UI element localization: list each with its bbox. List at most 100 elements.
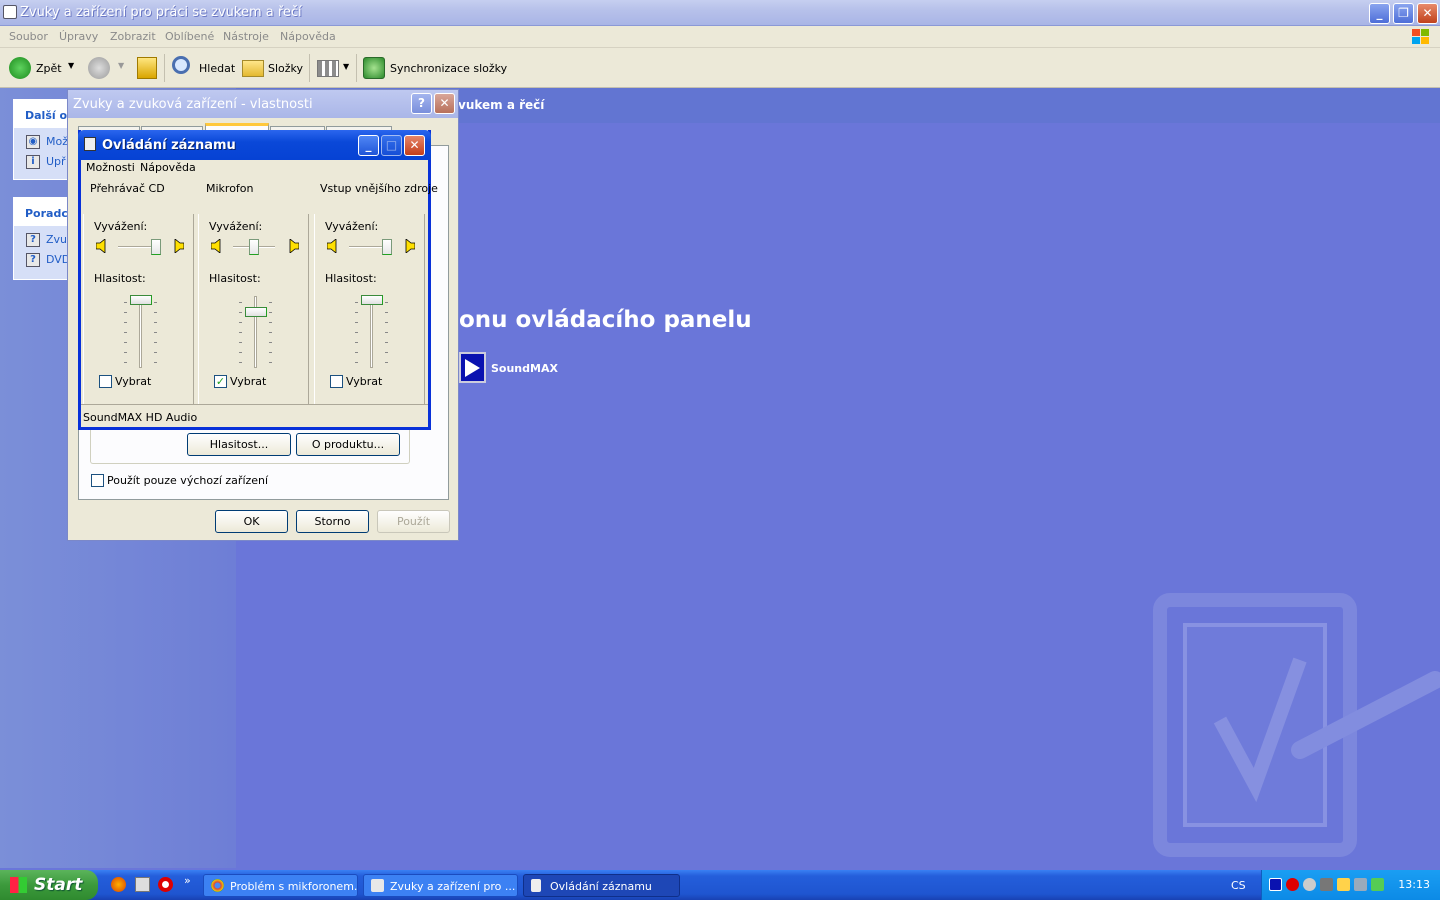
start-button[interactable]: Start — [0, 870, 98, 900]
dialog-close-button[interactable]: ✕ — [434, 93, 455, 114]
select-label: Vybrat — [346, 375, 383, 388]
volume-tick — [269, 332, 272, 333]
volume-tick — [269, 302, 272, 303]
taskbar-button-chrome[interactable]: Problém s mikforonem... — [203, 874, 358, 897]
about-button[interactable]: O produktu... — [296, 433, 400, 456]
channel-panel-mic: Vyvážení: Hlasitost: ✓ Vybrat — [198, 214, 309, 404]
back-button[interactable]: Zpět — [36, 62, 62, 75]
record-maximize-button[interactable]: □ — [381, 135, 402, 156]
cancel-button[interactable]: Storno — [296, 510, 369, 533]
soundmax-label[interactable]: SoundMAX — [491, 362, 558, 375]
select-checkbox[interactable] — [330, 375, 343, 388]
search-button[interactable]: Hledat — [199, 62, 235, 75]
record-close-button[interactable]: ✕ — [404, 135, 425, 156]
default-only-checkbox[interactable] — [91, 474, 104, 487]
antivirus-tray-icon[interactable] — [1286, 878, 1299, 891]
volume-slider[interactable] — [130, 295, 152, 305]
volume-label: Hlasitost: — [209, 272, 261, 285]
folders-icon[interactable] — [242, 60, 264, 77]
back-dropdown-icon[interactable]: ▼ — [68, 61, 74, 70]
restore-button[interactable]: ❐ — [1393, 3, 1414, 24]
up-folder-icon[interactable] — [137, 57, 157, 79]
network-tray-icon[interactable] — [1320, 878, 1333, 891]
apply-button[interactable]: Použít — [377, 510, 450, 533]
quicklaunch-app-icon[interactable] — [135, 877, 150, 892]
tray-icon[interactable] — [1303, 878, 1316, 891]
soundmax-play-icon[interactable] — [459, 352, 486, 383]
balance-label: Vyvážení: — [94, 220, 148, 233]
search-icon[interactable] — [172, 56, 190, 74]
balance-label: Vyvážení: — [325, 220, 379, 233]
volume-tick — [154, 302, 157, 303]
chrome-icon — [211, 879, 224, 892]
volume-tray-icon[interactable] — [1337, 878, 1350, 891]
opera-icon[interactable] — [158, 877, 173, 892]
select-checkbox[interactable] — [99, 375, 112, 388]
task-pane-link[interactable]: i Upř — [26, 155, 66, 169]
record-minimize-button[interactable]: _ — [358, 135, 379, 156]
balance-label: Vyvážení: — [209, 220, 263, 233]
sync-icon[interactable] — [363, 57, 385, 79]
device-name: SoundMAX HD Audio — [83, 411, 198, 424]
volume-tick — [385, 332, 388, 333]
task-pane-link[interactable]: ◉ Mož — [26, 135, 68, 149]
default-only-label: Použít pouze výchozí zařízení — [107, 474, 269, 487]
system-tray: 13:13 — [1261, 870, 1440, 900]
volume-slider[interactable] — [245, 307, 267, 318]
ok-button[interactable]: OK — [215, 510, 288, 533]
soundmax-tray-icon[interactable] — [1269, 878, 1282, 891]
menu-help[interactable]: Nápověda — [140, 161, 196, 174]
clock[interactable]: 13:13 — [1398, 878, 1430, 891]
quicklaunch-more-icon[interactable]: » — [184, 874, 191, 887]
task-pane-link[interactable]: ? Zvu — [26, 233, 67, 247]
taskbar-button-sounds[interactable]: Zvuky a zařízení pro ... — [363, 874, 518, 897]
right-speaker-icon — [289, 239, 299, 253]
volume-tick — [239, 302, 242, 303]
folders-button[interactable]: Složky — [268, 62, 303, 75]
forward-arrow-icon[interactable] — [88, 57, 110, 79]
task-pane-link[interactable]: ? DVD — [26, 253, 70, 267]
select-label: Vybrat — [230, 375, 267, 388]
forward-dropdown-icon[interactable]: ▼ — [118, 61, 124, 70]
volume-tick — [269, 352, 272, 353]
record-title-bar: Ovládání záznamu _ □ ✕ — [78, 130, 431, 160]
menu-options[interactable]: Možnosti — [86, 161, 135, 174]
volume-tick — [355, 352, 358, 353]
volume-button[interactable]: Hlasitost... — [187, 433, 291, 456]
views-icon[interactable] — [317, 60, 339, 77]
sync-button[interactable]: Synchronizace složky — [390, 62, 507, 75]
back-arrow-icon[interactable] — [9, 57, 31, 79]
balance-slider[interactable] — [249, 239, 259, 255]
menu-file[interactable]: Soubor — [9, 30, 48, 43]
balance-slider[interactable] — [381, 239, 392, 255]
views-dropdown-icon[interactable]: ▼ — [343, 62, 349, 71]
menu-view[interactable]: Zobrazit — [110, 30, 156, 43]
balance-slider[interactable] — [150, 239, 161, 255]
toolbar-separator — [356, 54, 357, 82]
menu-help[interactable]: Nápověda — [280, 30, 336, 43]
volume-slider[interactable] — [361, 295, 383, 305]
help-icon: ? — [26, 253, 40, 267]
volume-tick — [154, 322, 157, 323]
menu-edit[interactable]: Úpravy — [59, 30, 98, 43]
language-indicator[interactable]: CS — [1231, 879, 1246, 892]
volume-tick — [154, 312, 157, 313]
taskbar-button-record-control[interactable]: Ovládání záznamu — [523, 874, 680, 897]
minimize-button[interactable]: _ — [1369, 3, 1390, 24]
safely-remove-tray-icon[interactable] — [1371, 878, 1384, 891]
menu-favorites[interactable]: Oblíbené — [165, 30, 214, 43]
close-button[interactable]: ✕ — [1417, 3, 1438, 24]
select-checkbox-checked[interactable]: ✓ — [214, 375, 227, 388]
control-panel-icon — [371, 879, 384, 892]
volume-tick — [385, 352, 388, 353]
tray-icon[interactable] — [1354, 878, 1367, 891]
main-title-bar: Zvuky a zařízení pro práci se zvukem a ř… — [0, 0, 1440, 26]
select-label: Vybrat — [115, 375, 152, 388]
firefox-icon[interactable] — [111, 877, 126, 892]
record-window-title: Ovládání záznamu — [102, 138, 236, 153]
help-button[interactable]: ? — [411, 93, 432, 114]
toolbar-separator — [164, 54, 165, 82]
menu-tools[interactable]: Nástroje — [223, 30, 269, 43]
volume-tick — [124, 352, 127, 353]
volume-tick — [355, 362, 358, 363]
